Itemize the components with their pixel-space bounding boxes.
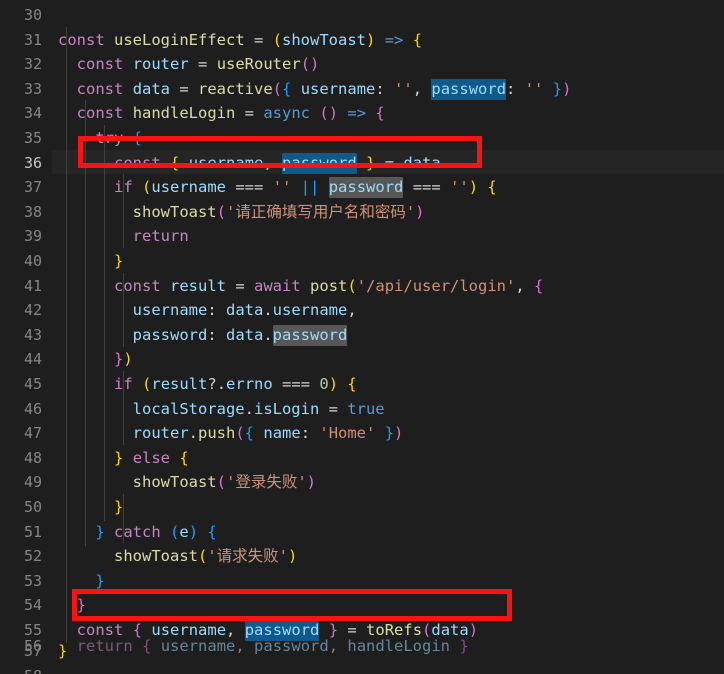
code-line[interactable]: }	[0, 592, 724, 617]
line-number: 48	[23, 448, 42, 467]
code-line-active[interactable]: const { username, password } = data	[0, 149, 724, 175]
code-line[interactable]: showToast('登录失败')	[0, 469, 724, 494]
line-number: 32	[23, 55, 42, 74]
line-number: 37	[23, 178, 42, 197]
line-number: 47	[23, 424, 42, 443]
code-line[interactable]: const router = useRouter()	[0, 51, 724, 76]
line-number: 50	[23, 498, 42, 516]
line-number: 49	[23, 473, 42, 492]
line-number: 39	[23, 227, 42, 246]
code-line[interactable]	[0, 2, 724, 27]
code-line[interactable]: } else {	[0, 445, 724, 470]
code-line[interactable]: try {	[0, 125, 724, 150]
line-number: 40	[23, 252, 42, 270]
code-line[interactable]: router.push({ name: 'Home' })	[0, 420, 724, 445]
line-number-active: 36	[23, 153, 42, 172]
indent-guide	[123, 273, 124, 347]
line-number: 54	[23, 596, 42, 615]
code-line[interactable]: showToast('请正确填写用户名和密码')	[0, 199, 724, 224]
line-number: 35	[23, 129, 42, 147]
line-number: 38	[23, 202, 42, 221]
indent-guide	[123, 494, 124, 543]
indent-guide	[123, 371, 124, 445]
code-line[interactable]: }	[0, 638, 724, 663]
line-number: 51	[23, 522, 42, 541]
code-content[interactable]: const useLoginEffect = (showToast) => { …	[0, 0, 724, 674]
line-number: 43	[23, 325, 42, 344]
code-editor[interactable]: const useLoginEffect = (showToast) => { …	[0, 0, 724, 674]
code-line[interactable]: if (username === '' || password === '') …	[0, 174, 724, 199]
indent-guide	[123, 174, 124, 248]
code-line[interactable]	[0, 663, 724, 674]
code-line[interactable]: }	[0, 494, 724, 519]
code-line[interactable]: if (result?.errno === 0) {	[0, 371, 724, 396]
line-number: 31	[23, 30, 42, 49]
code-line[interactable]: const useLoginEffect = (showToast) => {	[0, 27, 724, 52]
line-number: 44	[23, 350, 42, 369]
line-number: 33	[23, 79, 42, 98]
line-number: 42	[23, 301, 42, 320]
line-number: 46	[23, 399, 42, 418]
line-number: 45	[23, 375, 42, 393]
indent-guide	[66, 27, 67, 643]
indent-guide	[104, 125, 105, 521]
code-line[interactable]: const handleLogin = async () => {	[0, 100, 724, 125]
line-number: 41	[23, 276, 42, 295]
line-number: 57	[23, 642, 42, 660]
code-line[interactable]: }	[0, 568, 724, 593]
code-line[interactable]: }	[0, 248, 724, 273]
code-line[interactable]: username: data.username,	[0, 297, 724, 322]
code-line[interactable]: localStorage.isLogin = true	[0, 396, 724, 421]
code-line[interactable]: const result = await post('/api/user/log…	[0, 273, 724, 298]
code-line[interactable]: password: data.password	[0, 322, 724, 347]
code-line[interactable]: } catch (e) {	[0, 519, 724, 544]
code-line[interactable]: const data = reactive({ username: '', pa…	[0, 76, 724, 101]
indent-guide	[85, 100, 86, 546]
line-number: 53	[23, 571, 42, 590]
line-number: 52	[23, 547, 42, 566]
code-line[interactable]: return	[0, 223, 724, 248]
line-number-gutter: 30 31 32 33 34 35 36 37 38 39 40 41 42 4…	[0, 0, 52, 674]
line-number: 58	[0, 664, 42, 674]
code-line[interactable]: })	[0, 346, 724, 371]
line-number: 34	[23, 104, 42, 123]
code-line[interactable]: showToast('请求失败')	[0, 543, 724, 568]
line-number: 30	[23, 6, 42, 24]
